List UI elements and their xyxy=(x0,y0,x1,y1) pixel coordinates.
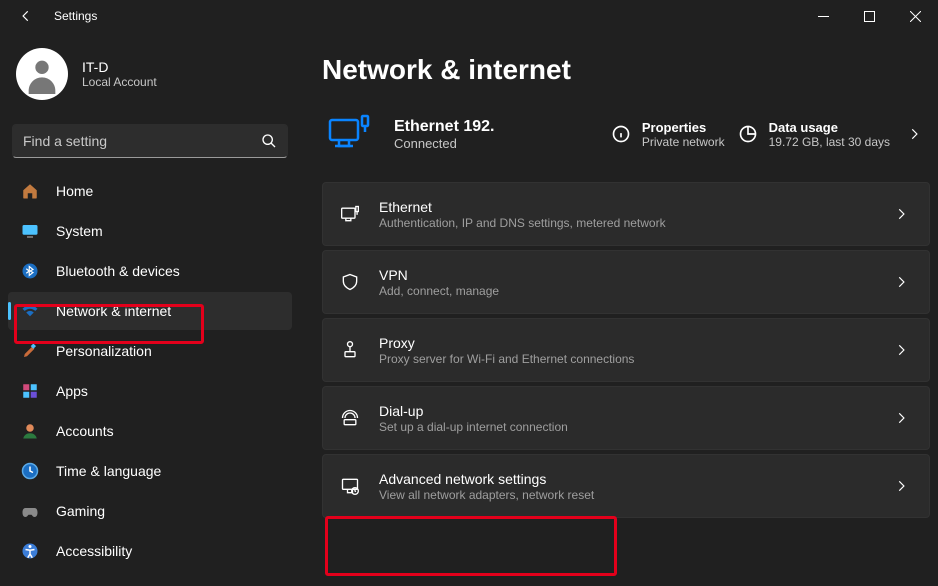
profile[interactable]: IT-D Local Account xyxy=(8,42,292,114)
sidebar-item-bluetooth[interactable]: Bluetooth & devices xyxy=(8,252,292,290)
card-proxy[interactable]: Proxy Proxy server for Wi-Fi and Etherne… xyxy=(322,318,930,382)
sidebar-item-accounts[interactable]: Accounts xyxy=(8,412,292,450)
card-sub: Add, connect, manage xyxy=(379,284,499,298)
info-icon xyxy=(610,123,632,145)
data-usage-block[interactable]: Data usage 19.72 GB, last 30 days xyxy=(737,120,890,149)
window-controls xyxy=(800,0,938,32)
sidebar-item-gaming[interactable]: Gaming xyxy=(8,492,292,530)
proxy-icon xyxy=(339,339,361,361)
card-sub: Proxy server for Wi-Fi and Ethernet conn… xyxy=(379,352,634,366)
sidebar-item-accessibility[interactable]: Accessibility xyxy=(8,532,292,570)
status-net-sub: Connected xyxy=(394,136,494,151)
nav-label: Apps xyxy=(56,383,88,399)
home-icon xyxy=(20,181,40,201)
props-title: Properties xyxy=(642,120,725,135)
card-sub: Set up a dial-up internet connection xyxy=(379,420,568,434)
chevron-right-icon xyxy=(889,343,913,357)
profile-sub: Local Account xyxy=(82,75,157,89)
system-icon xyxy=(20,221,40,241)
sidebar-item-personalization[interactable]: Personalization xyxy=(8,332,292,370)
gaming-icon xyxy=(20,501,40,521)
sidebar-item-home[interactable]: Home xyxy=(8,172,292,210)
nav-label: Bluetooth & devices xyxy=(56,263,180,279)
nav-label: Gaming xyxy=(56,503,105,519)
props-sub: Private network xyxy=(642,135,725,149)
minimize-button[interactable] xyxy=(800,0,846,32)
nav-label: System xyxy=(56,223,103,239)
card-sub: Authentication, IP and DNS settings, met… xyxy=(379,216,666,230)
wifi-icon xyxy=(20,301,40,321)
app-title: Settings xyxy=(54,9,97,23)
ethernet-status-icon xyxy=(322,114,376,154)
sidebar-item-apps[interactable]: Apps xyxy=(8,372,292,410)
bluetooth-icon xyxy=(20,261,40,281)
accessibility-icon xyxy=(20,541,40,561)
card-title: Advanced network settings xyxy=(379,471,594,487)
usage-sub: 19.72 GB, last 30 days xyxy=(769,135,890,149)
chevron-right-icon xyxy=(889,275,913,289)
card-advanced-network[interactable]: Advanced network settings View all netwo… xyxy=(322,454,930,518)
card-sub: View all network adapters, network reset xyxy=(379,488,594,502)
search-input[interactable] xyxy=(23,133,261,149)
brush-icon xyxy=(20,341,40,361)
close-button[interactable] xyxy=(892,0,938,32)
apps-icon xyxy=(20,381,40,401)
sidebar-item-network[interactable]: Network & internet xyxy=(8,292,292,330)
nav-label: Accessibility xyxy=(56,543,132,559)
network-status-row: Ethernet 192. Connected Properties Priva… xyxy=(322,114,930,154)
card-title: Proxy xyxy=(379,335,634,351)
chevron-right-icon xyxy=(889,411,913,425)
chevron-right-icon xyxy=(889,479,913,493)
search-icon xyxy=(261,133,277,149)
maximize-button[interactable] xyxy=(846,0,892,32)
status-expand[interactable] xyxy=(902,127,926,141)
settings-cards: Ethernet Authentication, IP and DNS sett… xyxy=(322,182,930,518)
nav-label: Home xyxy=(56,183,93,199)
avatar xyxy=(16,48,68,100)
chevron-right-icon xyxy=(889,207,913,221)
ethernet-icon xyxy=(339,203,361,225)
card-vpn[interactable]: VPN Add, connect, manage xyxy=(322,250,930,314)
globe-clock-icon xyxy=(20,461,40,481)
accounts-icon xyxy=(20,421,40,441)
advanced-icon xyxy=(339,475,361,497)
nav-label: Personalization xyxy=(56,343,152,359)
dialup-icon xyxy=(339,407,361,429)
shield-icon xyxy=(339,271,361,293)
properties-block[interactable]: Properties Private network xyxy=(610,120,725,149)
card-ethernet[interactable]: Ethernet Authentication, IP and DNS sett… xyxy=(322,182,930,246)
card-dialup[interactable]: Dial-up Set up a dial-up internet connec… xyxy=(322,386,930,450)
usage-title: Data usage xyxy=(769,120,890,135)
titlebar: Settings xyxy=(0,0,938,32)
back-button[interactable] xyxy=(6,0,46,32)
data-usage-icon xyxy=(737,123,759,145)
nav-label: Network & internet xyxy=(56,303,171,319)
nav: Home System Bluetooth & devices Network … xyxy=(8,172,292,570)
page-title: Network & internet xyxy=(322,54,930,86)
main: Network & internet Ethernet 192. Connect… xyxy=(300,32,938,586)
status-net-title: Ethernet 192. xyxy=(394,118,494,136)
sidebar: IT-D Local Account Home System Bluetooth… xyxy=(0,32,300,586)
card-title: Ethernet xyxy=(379,199,666,215)
search-box[interactable] xyxy=(12,124,288,158)
profile-name: IT-D xyxy=(82,59,157,75)
sidebar-item-system[interactable]: System xyxy=(8,212,292,250)
sidebar-item-time-language[interactable]: Time & language xyxy=(8,452,292,490)
nav-label: Accounts xyxy=(56,423,114,439)
nav-label: Time & language xyxy=(56,463,161,479)
card-title: Dial-up xyxy=(379,403,568,419)
card-title: VPN xyxy=(379,267,499,283)
